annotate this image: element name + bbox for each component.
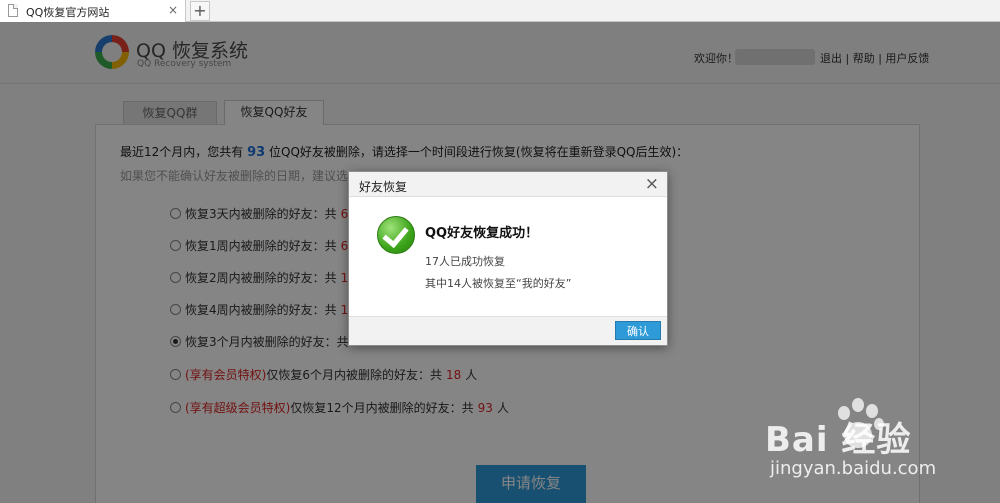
- close-tab-icon[interactable]: ×: [168, 3, 178, 17]
- browser-tab-title: QQ恢复官方网站: [26, 6, 110, 19]
- new-tab-button[interactable]: +: [190, 1, 210, 21]
- browser-tab-bar: QQ恢复官方网站 × +: [0, 0, 1000, 22]
- watermark-text: Bai 经验: [765, 420, 912, 460]
- confirm-button[interactable]: 确认: [615, 321, 661, 340]
- page-icon: [8, 4, 18, 17]
- close-icon[interactable]: ×: [645, 174, 659, 194]
- success-check-icon: [377, 216, 415, 254]
- browser-tab[interactable]: QQ恢复官方网站 ×: [0, 0, 186, 22]
- dialog-title: 好友恢复: [359, 180, 408, 194]
- dialog-header: 好友恢复 ×: [349, 172, 667, 197]
- recovered-group-text: 其中14人被恢复至“我的好友”: [425, 277, 572, 290]
- watermark-url: jingyan.baidu.com: [770, 458, 937, 479]
- recovered-count-text: 17人已成功恢复: [425, 255, 505, 268]
- friend-recovery-dialog: 好友恢复 × QQ好友恢复成功！ 17人已成功恢复 其中14人被恢复至“我的好友…: [348, 171, 668, 346]
- success-message: QQ好友恢复成功！: [425, 226, 539, 241]
